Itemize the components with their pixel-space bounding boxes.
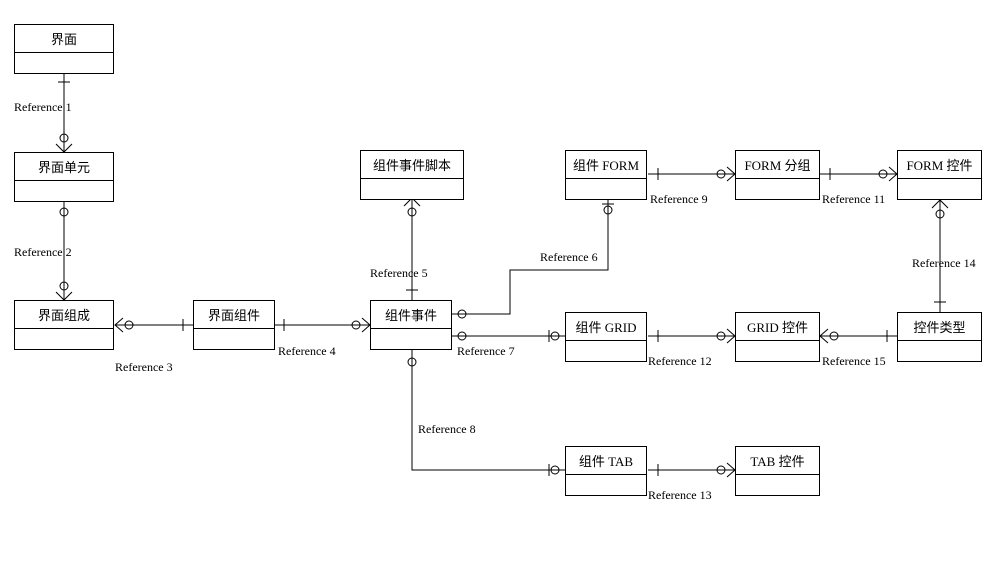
entity-label: FORM 控件 (898, 151, 981, 179)
entity-label: 界面组件 (194, 301, 274, 329)
ref-label-13: Reference 13 (648, 488, 712, 503)
ref-label-11: Reference 11 (822, 192, 885, 207)
entity-label: TAB 控件 (736, 447, 819, 475)
entity-component-event: 组件事件 (370, 300, 452, 350)
ref-label-4: Reference 4 (278, 344, 336, 359)
ref-label-6: Reference 6 (540, 250, 598, 265)
ref-label-5: Reference 5 (370, 266, 428, 281)
entity-label: 界面单元 (15, 153, 113, 181)
entity-component-form: 组件 FORM (565, 150, 647, 200)
entity-label: 界面组成 (15, 301, 113, 329)
ref-label-12: Reference 12 (648, 354, 712, 369)
entity-label: FORM 分组 (736, 151, 819, 179)
ref-label-15: Reference 15 (822, 354, 886, 369)
entity-control-type: 控件类型 (897, 312, 982, 362)
ref-label-7: Reference 7 (457, 344, 515, 359)
entity-label: 组件事件脚本 (361, 151, 463, 179)
entity-interface-composition: 界面组成 (14, 300, 114, 350)
entity-component-event-script: 组件事件脚本 (360, 150, 464, 200)
entity-label: 组件 FORM (566, 151, 646, 179)
entity-label: 界面 (15, 25, 113, 53)
entity-component-tab: 组件 TAB (565, 446, 647, 496)
entity-interface-unit: 界面单元 (14, 152, 114, 202)
entity-label: 组件 TAB (566, 447, 646, 475)
entity-component-grid: 组件 GRID (565, 312, 647, 362)
entity-label: 控件类型 (898, 313, 981, 341)
entity-grid-control: GRID 控件 (735, 312, 820, 362)
ref-label-14: Reference 14 (912, 256, 976, 271)
entity-form-control: FORM 控件 (897, 150, 982, 200)
connectors (0, 0, 1000, 579)
ref-label-9: Reference 9 (650, 192, 708, 207)
ref-label-1: Reference 1 (14, 100, 72, 115)
ref-label-8: Reference 8 (418, 422, 476, 437)
entity-interface-component: 界面组件 (193, 300, 275, 350)
entity-label: GRID 控件 (736, 313, 819, 341)
entity-tab-control: TAB 控件 (735, 446, 820, 496)
entity-label: 组件事件 (371, 301, 451, 329)
ref-label-3: Reference 3 (115, 360, 173, 375)
entity-interface: 界面 (14, 24, 114, 74)
entity-form-group: FORM 分组 (735, 150, 820, 200)
entity-label: 组件 GRID (566, 313, 646, 341)
ref-label-2: Reference 2 (14, 245, 72, 260)
